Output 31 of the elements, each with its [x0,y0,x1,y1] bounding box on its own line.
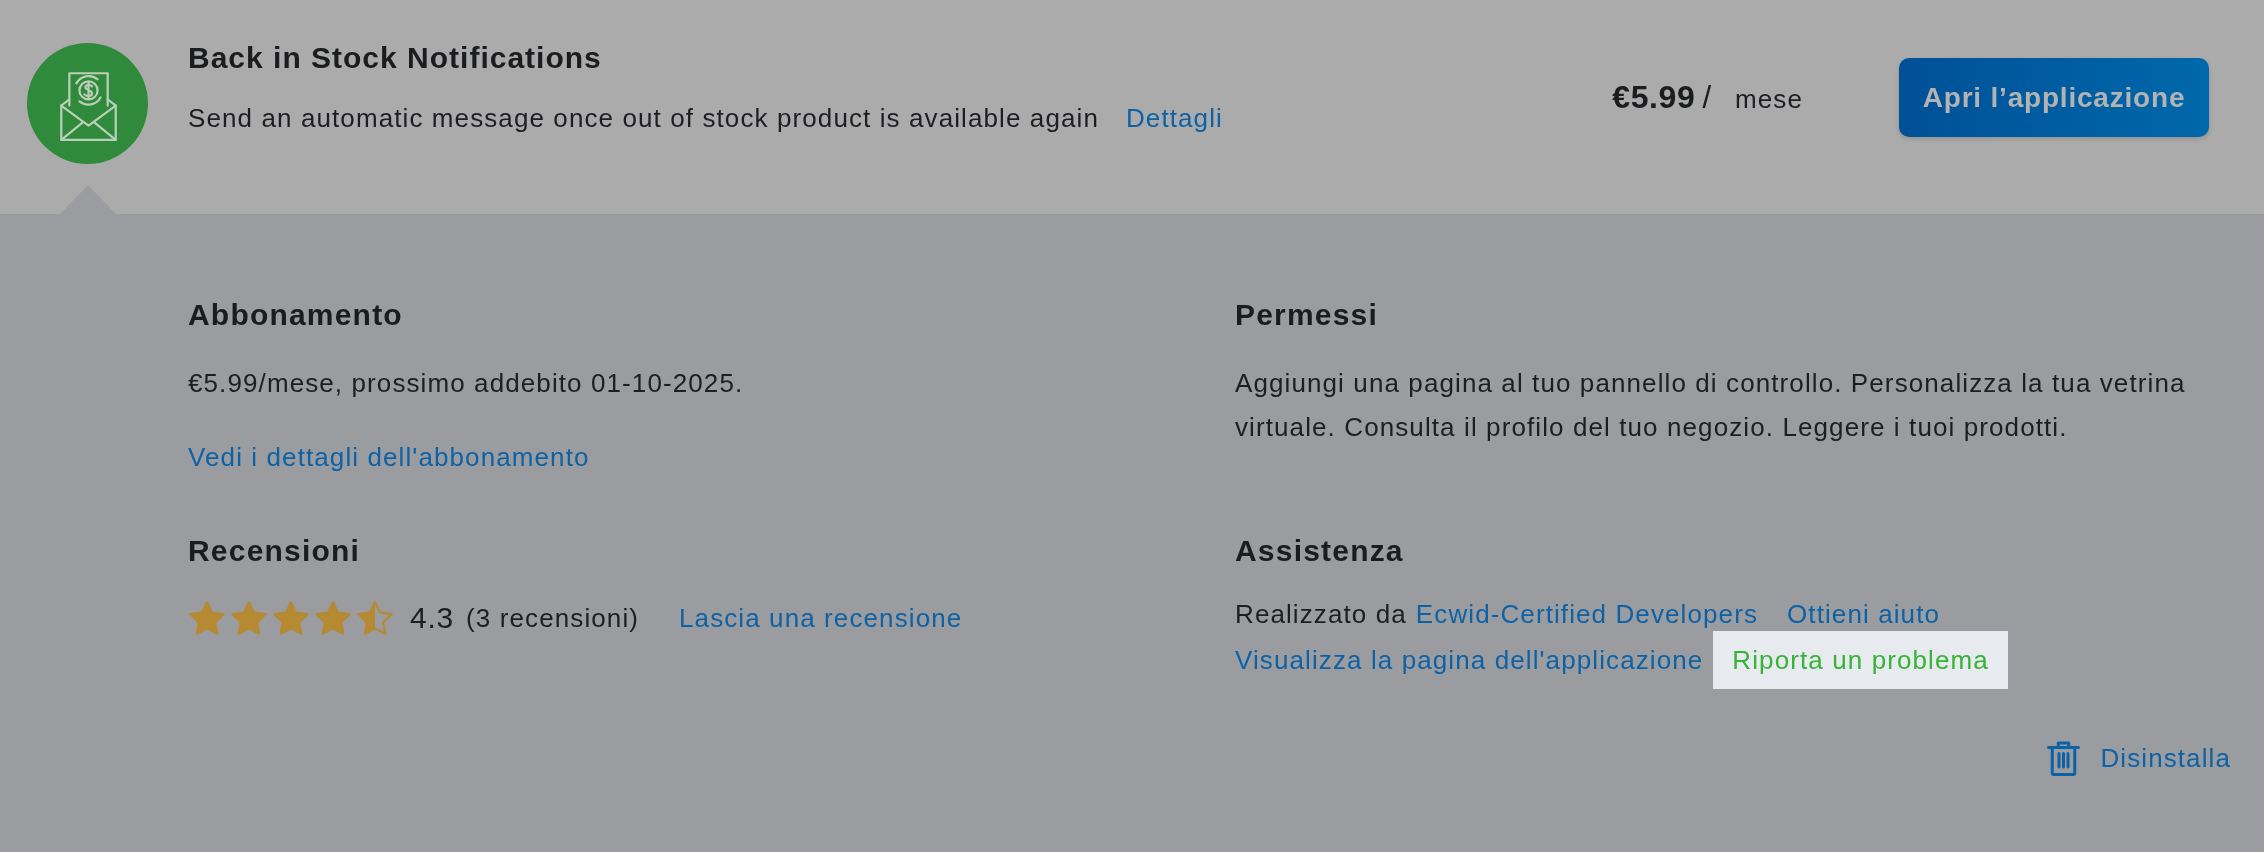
app-title: Back in Stock Notifications [188,41,602,75]
section-heading: Recensioni [188,534,361,568]
subscription-details-link[interactable]: Vedi i dettagli dell'abbonamento [188,442,590,473]
star-icon [272,599,310,637]
price-separator: / [1702,80,1711,116]
price-period: mese [1735,84,1803,115]
star-icon [188,599,226,637]
review-count: (3 recensioni) [466,602,640,635]
star-icon [356,599,394,637]
permissions-text: Aggiungi una pagina al tuo pannello di controllo. Personalizza la tua vetrina virtuale. Consulta il profilo del tuo negozio. Leggere i tuoi prodotti. [1235,367,2187,444]
uninstall-link[interactable]: Disinstalla [2047,738,2231,778]
open-app-button[interactable]: Apri l’applicazione [1899,58,2209,137]
rating-score: 4.3 [410,600,455,636]
app-description: Send an automatic message once out of stock product is available again [188,102,1099,135]
subscription-text: €5.99/mese, prossimo addebito 01-10-2025. [188,367,744,400]
section-heading: Abbonamento [188,298,403,332]
leave-review-link[interactable]: Lascia una recensione [679,596,963,640]
envelope-coin-icon [27,43,148,164]
section-heading: Assistenza [1235,534,1404,568]
support-link[interactable]: Riporta un problema [1713,631,2008,689]
star-icon [314,599,352,637]
support-link[interactable]: Ottieni aiuto [1787,599,1941,629]
section-heading: Permessi [1235,298,1379,332]
trash-icon [2047,740,2081,776]
support-link[interactable]: Visualizza la pagina dell'applicazione [1235,645,1704,675]
star-icon [230,599,268,637]
details-link[interactable]: Dettagli [1125,101,1223,135]
developer-link[interactable]: Ecwid-Certified Developers [1415,599,1758,629]
uninstall-label: Disinstalla [2100,742,2231,775]
made-by-label: Realizzato da [1235,599,1407,629]
price-amount: €5.99 [1612,79,1696,116]
